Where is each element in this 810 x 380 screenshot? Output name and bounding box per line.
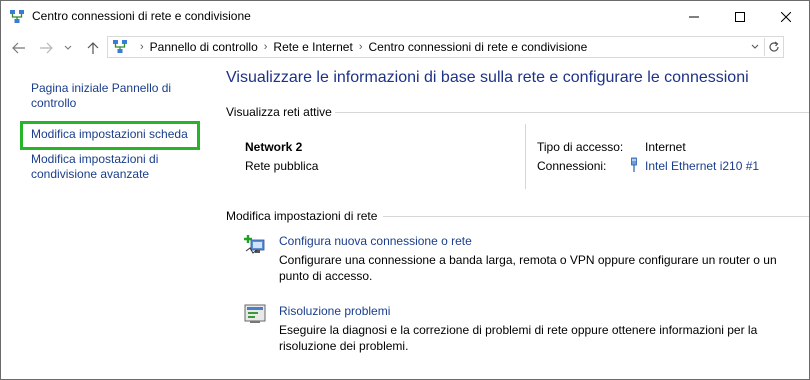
title-bar[interactable]: Centro connessioni di rete e condivision… [1, 1, 809, 32]
troubleshoot-icon [244, 303, 266, 325]
breadcrumb-control-panel[interactable]: Pannello di controllo [150, 40, 258, 54]
network-name: Network 2 [245, 140, 303, 154]
vertical-divider [525, 124, 526, 189]
maximize-button[interactable] [717, 1, 763, 32]
sidebar-item-advanced-sharing-settings[interactable]: Modifica impostazioni di condivisione av… [31, 152, 201, 182]
main-content: Visualizzare le informazioni di base sul… [211, 63, 809, 379]
breadcrumb-network-internet[interactable]: Rete e Internet [273, 40, 352, 54]
sidebar-item-change-adapter-settings[interactable]: Modifica impostazioni scheda [31, 127, 201, 142]
chevron-right-icon[interactable]: › [140, 41, 144, 53]
breadcrumb-network-center[interactable]: Centro connessioni di rete e condivision… [368, 40, 587, 54]
close-button[interactable] [763, 1, 809, 32]
network-type: Rete pubblica [245, 159, 319, 173]
refresh-icon[interactable] [764, 38, 782, 56]
section-divider [335, 112, 809, 113]
active-networks-heading: Visualizza reti attive [226, 105, 332, 119]
up-button[interactable] [84, 39, 102, 57]
chevron-right-icon[interactable]: › [264, 41, 268, 53]
breadcrumb: › Pannello di controllo › Rete e Interne… [134, 40, 587, 54]
address-bar[interactable]: › Pannello di controllo › Rete e Interne… [107, 36, 784, 58]
recent-locations-chevron-down-icon[interactable] [61, 39, 75, 57]
access-type-value: Internet [645, 140, 686, 154]
chevron-right-icon[interactable]: › [359, 41, 363, 53]
window-title: Centro connessioni di rete e condivision… [32, 9, 251, 23]
forward-button[interactable] [37, 39, 55, 57]
back-button[interactable] [10, 39, 28, 57]
ethernet-plug-icon [629, 157, 639, 173]
troubleshoot-link[interactable]: Risoluzione problemi [279, 304, 390, 318]
connections-label: Connessioni: [537, 159, 607, 173]
page-title: Visualizzare le informazioni di base sul… [226, 69, 749, 86]
sidebar-item-control-panel-home[interactable]: Pagina iniziale Pannello di controllo [31, 81, 201, 111]
minimize-button[interactable] [671, 1, 717, 32]
connection-link[interactable]: Intel Ethernet i210 #1 [645, 159, 759, 173]
section-divider [383, 216, 809, 217]
network-center-icon [9, 9, 25, 25]
setup-new-connection-link[interactable]: Configura nuova connessione o rete [279, 234, 472, 248]
troubleshoot-description: Eseguire la diagnosi e la correzione di … [279, 323, 758, 353]
control-panel-icon [112, 39, 128, 55]
address-dropdown-chevron-down-icon[interactable] [748, 39, 762, 55]
access-type-label: Tipo di accesso: [537, 140, 624, 154]
new-connection-icon [244, 234, 266, 256]
change-settings-heading: Modifica impostazioni di rete [226, 209, 378, 223]
sidebar: Pagina iniziale Pannello di controllo Mo… [1, 63, 211, 379]
network-center-window: Centro connessioni di rete e condivision… [0, 0, 810, 380]
navigation-bar: › Pannello di controllo › Rete e Interne… [1, 32, 809, 63]
setup-new-connection-description: Configurare una connessione a banda larg… [279, 253, 777, 283]
